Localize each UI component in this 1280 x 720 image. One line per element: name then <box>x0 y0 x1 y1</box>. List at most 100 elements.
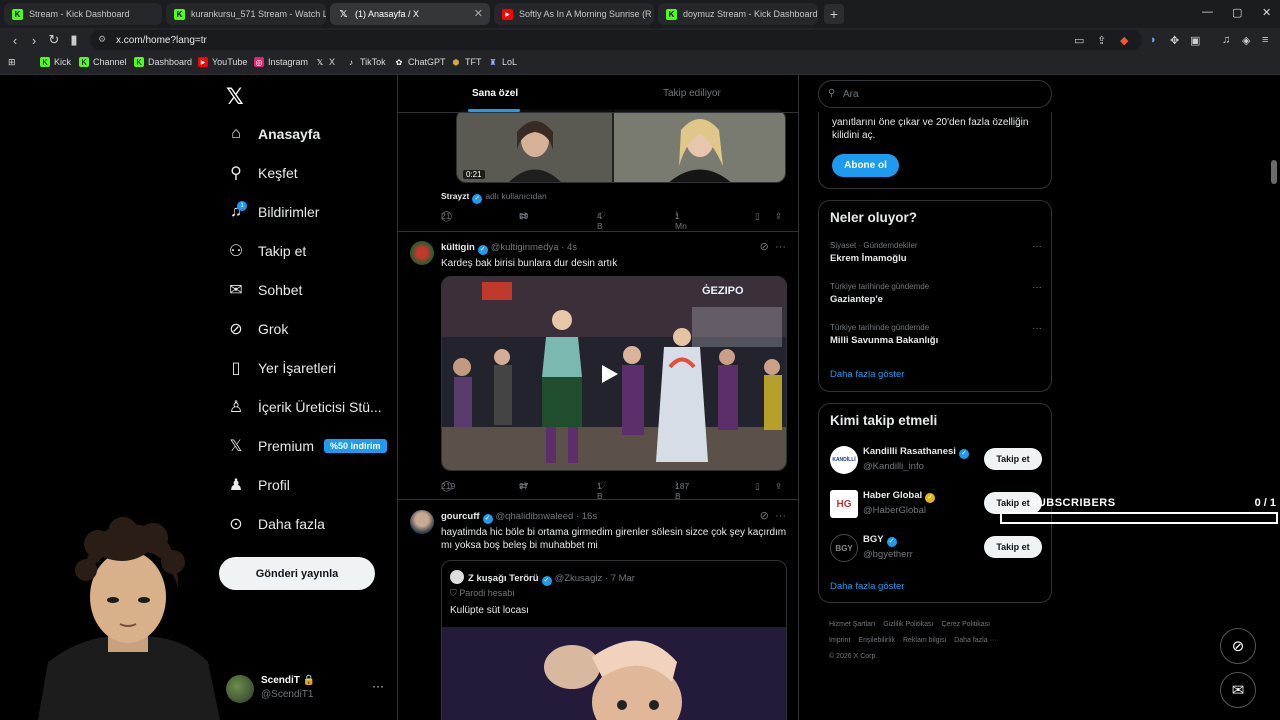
brave-shield-icon[interactable]: ◆ <box>1120 34 1128 47</box>
post-gourcuff[interactable]: gourcuff ✓ @qhalidibnwaleed · 16s ⊘ ··· ha… <box>398 500 798 720</box>
quoted-post[interactable]: Z kuşağı Terörü ✓ @Zkusagiz · 7 Mar ⛉ Paro… <box>441 560 787 720</box>
tab-kick-dashboard[interactable]: K Stream - Kick Dashboard <box>4 3 162 25</box>
footer-link[interactable]: Erişilebilirlik <box>858 637 895 644</box>
footer-link[interactable]: Daha fazla ··· <box>954 637 996 644</box>
tab-following[interactable]: Takip ediliyor <box>663 88 721 99</box>
reposted-by[interactable]: Strayzt ✓ adlı kullanıcıdan <box>441 191 547 204</box>
mail-icon: ✉ <box>229 282 243 299</box>
footer-link[interactable]: Gizlilik Politikası <box>883 621 933 628</box>
suggested-account[interactable]: KANDİLLİ Kandilli Rasathanesi ✓ @Kandilli_i… <box>830 444 1042 478</box>
show-more-link[interactable]: Daha fazla göster <box>830 581 904 592</box>
search-input[interactable]: ⚲ Ara <box>818 80 1052 108</box>
share-icon[interactable]: ⇪ <box>1097 34 1106 47</box>
footer-link[interactable]: Imprint <box>829 637 850 644</box>
more-icon[interactable]: ··· <box>1032 282 1042 293</box>
bookmark-channel[interactable]: K Channel <box>79 57 127 67</box>
trend-item[interactable]: Türkiye tarihinde gündemde Gaziantep'e ··· <box>830 282 1042 305</box>
url-field[interactable]: ⚙ x.com/home?lang=tr <box>90 30 1142 50</box>
back-icon[interactable]: ‹ <box>6 31 24 49</box>
nav-bookmarks[interactable]: ▯ Yer İşaretleri <box>226 358 336 378</box>
bookmark-youtube[interactable]: ▶ YouTube <box>198 57 247 67</box>
tab-doymuz-dashboard[interactable]: Kdoymuz Stream - Kick Dashboard <box>658 3 818 25</box>
footer-link[interactable]: Reklam bilgisi <box>903 637 946 644</box>
forward-icon[interactable]: › <box>25 31 43 49</box>
share-post-icon[interactable]: ⇪ <box>775 211 782 222</box>
media-icon[interactable]: ♫ <box>1222 34 1230 46</box>
account-name: ScendiT 🔒 <box>261 675 316 686</box>
avatar[interactable] <box>410 241 434 265</box>
follow-button[interactable]: Takip et <box>984 448 1042 470</box>
post-author[interactable]: gourcuff ✓ @qhalidibnwaleed · 16s <box>441 511 597 524</box>
trend-item[interactable]: Siyaset · Gündemdekiler Ekrem İmamoğlu ··· <box>830 241 1042 264</box>
x-icon: 𝕏 <box>229 438 243 455</box>
bookmark-kick[interactable]: K Kick <box>40 57 71 67</box>
x-logo-icon[interactable]: 𝕏 <box>226 84 244 110</box>
page-scrollbar[interactable] <box>1268 75 1280 720</box>
trend-item[interactable]: Türkiye tarihinde gündemde Milli Savunma … <box>830 323 1042 346</box>
menu-icon[interactable]: ≡ <box>1262 34 1268 46</box>
more-icon[interactable]: ··· <box>1032 323 1042 334</box>
post-author[interactable]: kültigin ✓ @kultiginmedya · 4s <box>441 242 577 255</box>
bookmark-post-icon[interactable]: ▯ <box>755 481 760 492</box>
tab-kurankursu-stream[interactable]: Kkurankursu_571 Stream - Watch Live <box>166 3 326 25</box>
tab-for-you[interactable]: Sana özel <box>472 88 518 99</box>
sidebar-icon[interactable]: ▣ <box>1190 34 1200 47</box>
post-kultigin[interactable]: kültigin ✓ @kultiginmedya · 4s ⊘ ··· Karde… <box>398 232 798 501</box>
nav-grok[interactable]: ⊘ Grok <box>226 319 288 339</box>
bookmark-chatgpt[interactable]: ✿ ChatGPT <box>394 57 446 67</box>
nav-follow[interactable]: ⚇ Takip et <box>226 241 306 261</box>
tab-x-home[interactable]: 𝕏 (1) Anasayfa / X ✕ <box>330 3 490 25</box>
scrollbar-thumb[interactable] <box>1271 160 1277 184</box>
vpn-icon[interactable]: ◈ <box>1242 34 1250 47</box>
bookmark-instagram[interactable]: ◎ Instagram <box>254 57 308 67</box>
leo-icon[interactable]: ◗ <box>1150 34 1157 46</box>
window-close-icon[interactable]: ✕ <box>1262 6 1271 19</box>
show-more-link[interactable]: Daha fazla göster <box>830 369 904 380</box>
grok-icon[interactable]: ⊘ <box>760 510 769 522</box>
cast-icon[interactable]: ▭ <box>1074 34 1084 47</box>
new-tab-button[interactable]: + <box>824 4 844 24</box>
bookmark-x[interactable]: 𝕏X <box>315 57 335 67</box>
bookmark-post-icon[interactable]: ▯ <box>755 211 760 222</box>
nav-premium[interactable]: 𝕏 Premium %50 indirim <box>226 436 387 456</box>
share-post-icon[interactable]: ⇪ <box>775 481 782 492</box>
post-button[interactable]: Gönderi yayınla <box>219 557 375 590</box>
post-video[interactable]: ĠEZIPO <box>441 276 787 471</box>
more-icon[interactable]: ··· <box>775 241 786 253</box>
nav-explore[interactable]: ⚲ Keşfet <box>226 163 298 183</box>
more-icon[interactable]: ··· <box>372 679 384 693</box>
nav-profile[interactable]: ♟ Profil <box>226 475 290 495</box>
follow-button[interactable]: Takip et <box>984 536 1042 558</box>
nav-messages[interactable]: ✉ Sohbet <box>226 280 302 300</box>
footer-link[interactable]: Hizmet Şartları <box>829 621 875 628</box>
nav-creator-studio[interactable]: ♙ İçerik Üreticisi Stü... <box>226 397 382 417</box>
bookmark-dashboard[interactable]: K Dashboard <box>134 57 192 67</box>
bookmark-tft[interactable]: ⬢ TFT <box>451 57 482 67</box>
site-info-icon[interactable]: ⚙ <box>98 34 106 45</box>
tab-youtube-song[interactable]: ▶ Softly As In A Morning Sunrise (R <box>494 3 654 25</box>
grok-floating-button[interactable]: ⊘ <box>1220 628 1256 664</box>
reload-icon[interactable]: ↻ <box>45 31 63 49</box>
footer-link[interactable]: Çerez Politikası <box>941 621 990 628</box>
nav-more[interactable]: ⊙ Daha fazla <box>226 514 325 534</box>
account-switcher[interactable]: ScendiT 🔒 @ScendiT1 ··· <box>226 673 391 703</box>
bookmark-icon[interactable]: ▮ <box>65 31 83 49</box>
avatar[interactable] <box>410 510 434 534</box>
apps-grid-icon[interactable]: ⊞ <box>8 57 16 68</box>
nav-home[interactable]: ⌂ Anasayfa <box>226 124 320 144</box>
avatar <box>226 675 254 703</box>
close-tab-icon[interactable]: ✕ <box>474 7 483 20</box>
extensions-icon[interactable]: ✥ <box>1170 34 1179 47</box>
more-icon[interactable]: ··· <box>775 510 786 522</box>
suggested-account[interactable]: BGY BGY ✓ @bgyetherr Takip et <box>830 532 1042 566</box>
bookmark-lol[interactable]: ♜ LoL <box>488 57 517 67</box>
subscribe-button[interactable]: Abone ol <box>832 154 899 177</box>
maximize-icon[interactable]: ▢ <box>1232 6 1242 19</box>
minimize-icon[interactable]: — <box>1202 6 1213 18</box>
grok-icon[interactable]: ⊘ <box>760 241 769 253</box>
post-video[interactable]: 0:21 <box>456 109 786 183</box>
bookmark-tiktok[interactable]: ♪ TikTok <box>346 57 386 67</box>
messages-floating-button[interactable]: ✉ <box>1220 672 1256 708</box>
x-icon: 𝕏 <box>339 8 348 20</box>
more-icon[interactable]: ··· <box>1032 241 1042 252</box>
